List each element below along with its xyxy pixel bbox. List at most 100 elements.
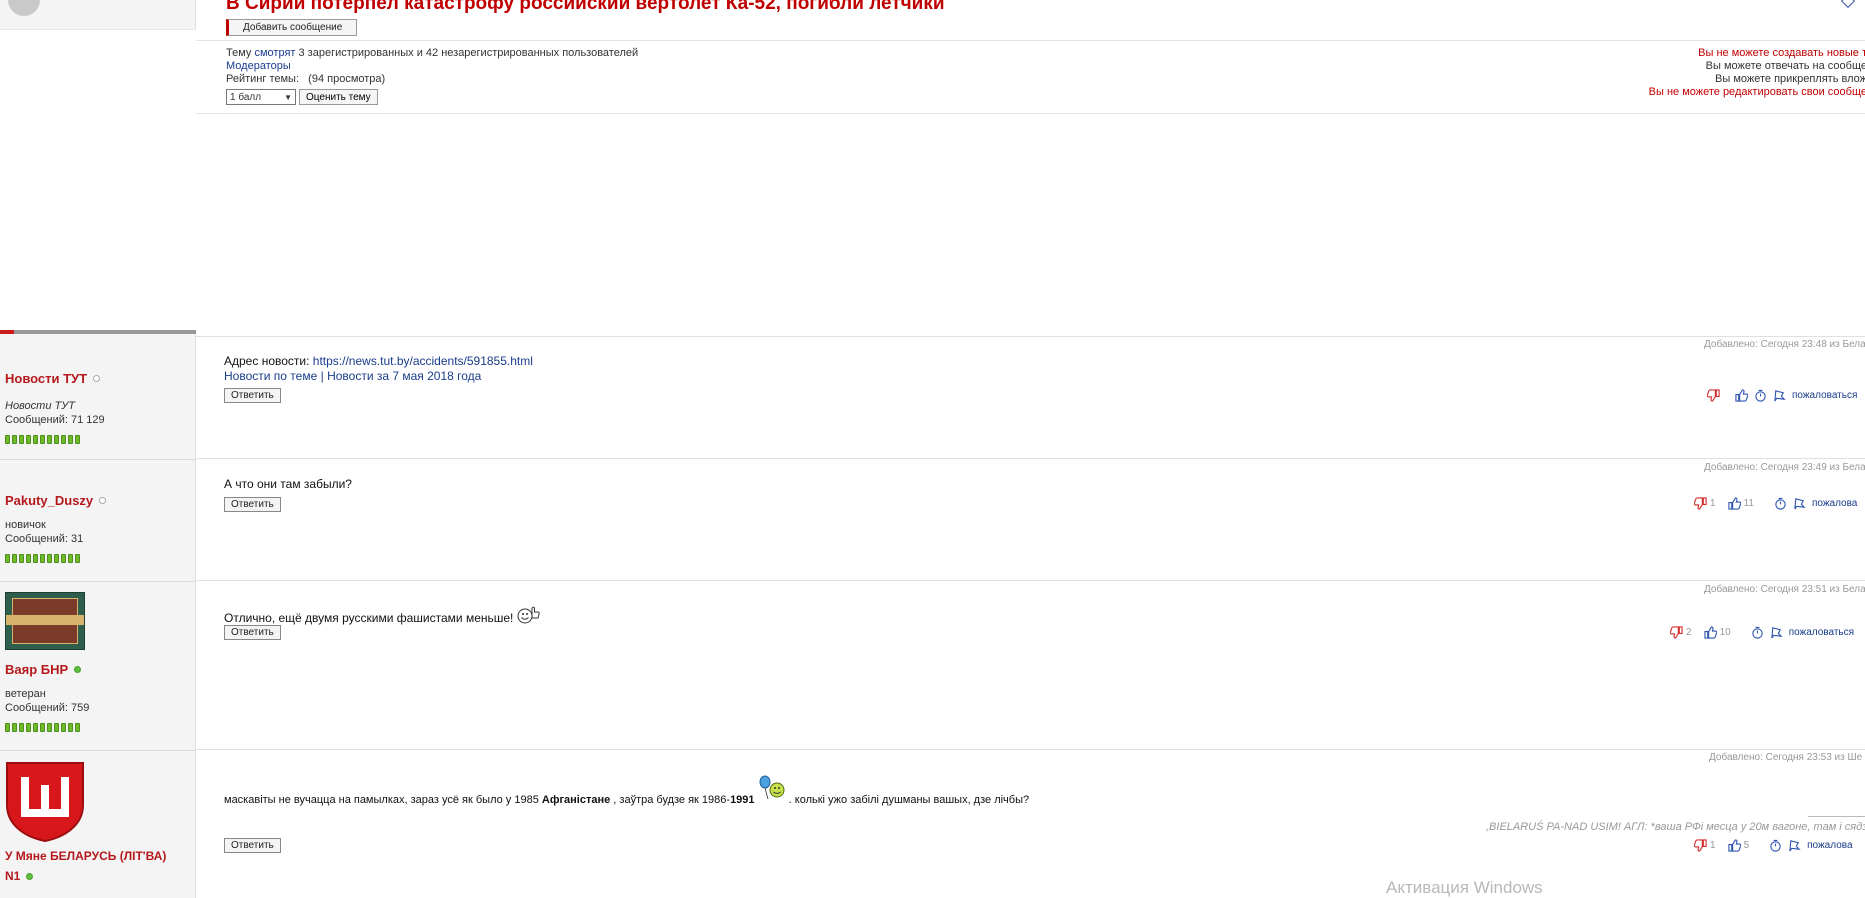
author-name-label[interactable]: Ваяр БНР (5, 662, 68, 677)
like-icon[interactable] (1728, 839, 1741, 852)
post-actions: 1 11 пожалова (1694, 497, 1857, 510)
author-posts-count: Сообщений: 31 (5, 533, 84, 545)
offline-status-icon (99, 497, 107, 504)
divider (196, 458, 1865, 459)
page-title: В Сирии потерпел катастрофу российский в… (226, 0, 945, 14)
post-date: Добавлено: Сегодня 23:53 из Ше (1709, 752, 1863, 763)
author-name-line2[interactable]: N1 (5, 869, 190, 883)
post-actions: 2 10 пожаловаться (1670, 626, 1854, 639)
news-link[interactable]: https://news.tut.by/accidents/591855.htm… (313, 354, 533, 368)
divider (196, 336, 1865, 337)
post-actions: пожаловаться (1707, 389, 1857, 402)
author-rank: новичок (5, 519, 46, 531)
signature-divider (1808, 816, 1865, 817)
divider (196, 113, 1865, 114)
report-icon[interactable] (1770, 626, 1783, 639)
complain-link[interactable]: пожалова (1812, 498, 1857, 509)
daily-news-link[interactable]: Новости за 7 мая 2018 года (327, 369, 481, 383)
like-icon[interactable] (1735, 389, 1748, 402)
post-date: Добавлено: Сегодня 23:48 из Бела (1704, 339, 1865, 350)
author-name[interactable]: У Мяне БЕЛАРУСЬ (ЛІТ'ВА) (5, 849, 190, 863)
topic-info: Тему смотрят 3 зарегистрированных и 42 н… (226, 47, 638, 105)
divider (196, 749, 1865, 750)
report-icon[interactable] (1773, 389, 1786, 402)
author-block: Pakuty_Duszy новичок Сообщений: 31 (5, 493, 190, 563)
viewers-link[interactable]: смотрят (254, 47, 295, 59)
chevron-down-icon: ▼ (284, 92, 292, 102)
timer-icon[interactable] (1774, 497, 1787, 510)
author-rank: Новости ТУТ (5, 400, 75, 412)
author-name[interactable]: Ваяр БНР (5, 662, 190, 677)
divider (0, 330, 196, 334)
timer-icon[interactable] (1769, 839, 1782, 852)
complain-link[interactable]: пожаловаться (1792, 390, 1857, 401)
dislike-icon[interactable] (1670, 626, 1683, 639)
smiley-balloon-icon (759, 775, 785, 800)
author-posts-count: Сообщений: 759 (5, 702, 90, 714)
divider (0, 750, 196, 751)
offline-status-icon (93, 375, 101, 382)
permission-item: Вы можете отвечать на сообще (1705, 60, 1865, 72)
dislike-icon[interactable] (1694, 839, 1707, 852)
author-name[interactable]: Pakuty_Duszy (5, 493, 190, 508)
related-news-link[interactable]: Новости по теме (224, 369, 317, 383)
author-block: Новости ТУТ Новости ТУТ Сообщений: 71 12… (5, 371, 190, 444)
left-column: Новости ТУТ Новости ТУТ Сообщений: 71 12… (0, 0, 196, 898)
report-icon[interactable] (1788, 839, 1801, 852)
complain-link[interactable]: пожалова (1807, 840, 1852, 851)
viewers-line: Тему смотрят 3 зарегистрированных и 42 н… (226, 47, 639, 59)
rating-select[interactable]: 1 балл ▼ (226, 89, 296, 105)
add-message-button[interactable]: Добавить сообщение (226, 19, 358, 36)
avatar (5, 761, 85, 843)
permission-item: Вы можете прикреплять влож (1715, 73, 1865, 85)
permission-item: Вы не можете редактировать свои сообще (1648, 86, 1865, 98)
post-date: Добавлено: Сегодня 23:49 из Бела (1704, 462, 1865, 473)
online-status-icon (26, 872, 34, 880)
dislike-icon[interactable] (1694, 497, 1707, 510)
rate-topic-button[interactable]: Оценить тему (299, 89, 378, 105)
reputation-bar (5, 723, 190, 732)
online-status-icon (74, 666, 82, 673)
post-date: Добавлено: Сегодня 23:51 из Бела (1704, 584, 1865, 595)
signature: ,BIELARUŚ PA-NAD USIM! АГЛ: *ваша РФі ме… (1486, 821, 1865, 833)
complain-link[interactable]: пожаловаться (1789, 627, 1854, 638)
report-icon[interactable] (1793, 497, 1806, 510)
post-body: А что они там забыли? (224, 477, 352, 491)
moderators-link[interactable]: Модераторы (226, 60, 291, 72)
author-name-label[interactable]: Новости ТУТ (5, 371, 87, 386)
reply-button[interactable]: Ответить (224, 497, 281, 512)
author-name-label[interactable]: У Мяне БЕЛАРУСЬ (ЛІТ'ВА) (5, 849, 166, 863)
permissions-list: Вы не можете создавать новые т Вы можете… (1649, 47, 1865, 99)
author-name-label[interactable]: Pakuty_Duszy (5, 493, 93, 508)
author-block: У Мяне БЕЛАРУСЬ (ЛІТ'ВА) N1 (5, 761, 190, 883)
divider (0, 581, 196, 582)
post-actions: 1 5 пожалова (1694, 839, 1853, 852)
author-rank: ветеран (5, 688, 46, 700)
reputation-bar (5, 435, 190, 444)
collapse-icon[interactable] (1840, 0, 1856, 9)
left-blank-area (0, 30, 196, 330)
timer-icon[interactable] (1751, 626, 1764, 639)
reputation-bar (5, 554, 190, 563)
author-name-label[interactable]: N1 (5, 869, 20, 883)
reply-button[interactable]: Ответить (224, 838, 281, 853)
rating-line: Рейтинг темы: (94 просмотра) (226, 73, 386, 85)
like-icon[interactable] (1704, 626, 1717, 639)
post-body: Отлично, ещё двумя русскими фашистами ме… (224, 605, 541, 625)
divider (196, 580, 1865, 581)
avatar (8, 0, 40, 16)
dislike-icon[interactable] (1707, 389, 1720, 402)
timer-icon[interactable] (1754, 389, 1767, 402)
divider (196, 40, 1865, 41)
divider (0, 459, 196, 460)
post-body: маскавіты не вучацца на памылках, зараз … (224, 775, 1029, 807)
permission-item: Вы не можете создавать новые т (1698, 47, 1865, 59)
smiley-thumbs-up-icon (517, 606, 540, 624)
reply-button[interactable]: Ответить (224, 388, 281, 403)
post-body: Адрес новости: https://news.tut.by/accid… (224, 354, 533, 383)
like-icon[interactable] (1728, 497, 1741, 510)
reply-button[interactable]: Ответить (224, 625, 281, 640)
author-name[interactable]: Новости ТУТ (5, 371, 190, 386)
author-block: Ваяр БНР ветеран Сообщений: 759 (5, 592, 190, 732)
views-count: (94 просмотра) (308, 73, 386, 85)
